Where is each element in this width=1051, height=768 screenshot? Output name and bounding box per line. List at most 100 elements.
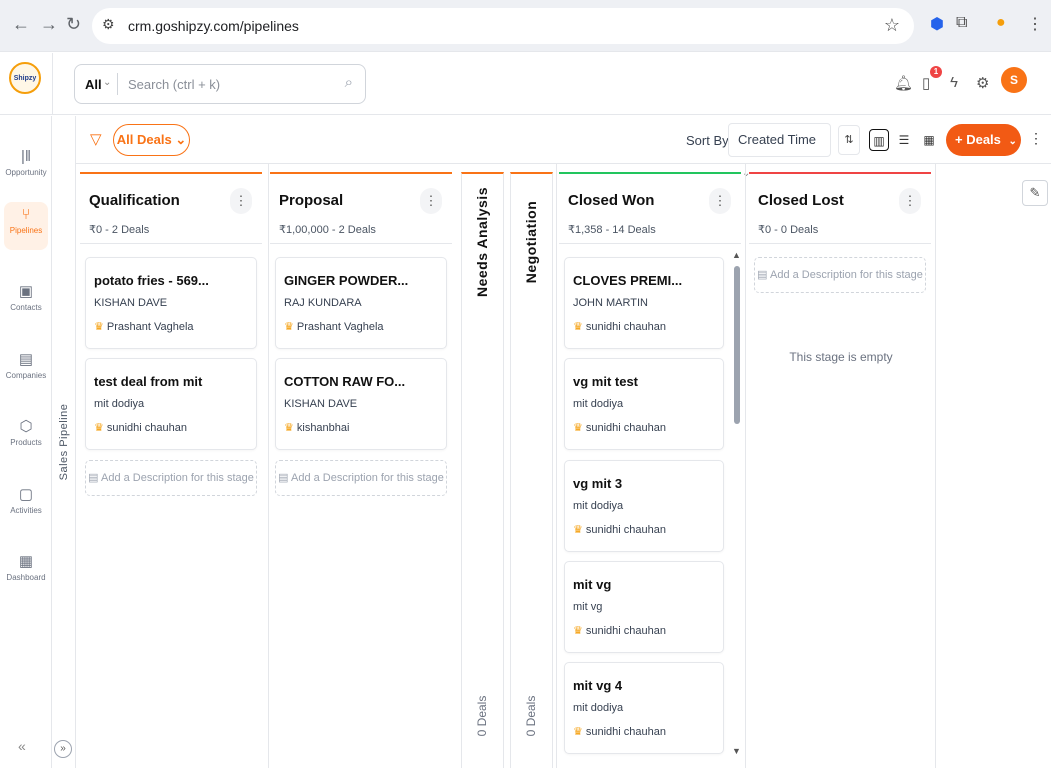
- scroll-down-arrow[interactable]: ▼: [732, 746, 741, 756]
- sidebar-item-label: Dashboard: [6, 573, 46, 582]
- add-description-label: Add a Description for this stage: [770, 269, 923, 281]
- deal-card[interactable]: mit vg 4 mit dodiya ♛ sunidhi chauhan: [564, 662, 724, 754]
- forward-arrow-icon[interactable]: →: [40, 14, 58, 35]
- deal-card[interactable]: vg mit 3 mit dodiya ♛ sunidhi chauhan: [564, 460, 724, 552]
- pipeline-name[interactable]: Sales Pipeline: [58, 400, 70, 484]
- deal-owner: ♛ kishanbhai: [284, 421, 349, 434]
- deal-card[interactable]: CLOVES PREMI... JOHN MARTIN ♛ sunidhi cha…: [564, 257, 724, 349]
- building-icon: ▤: [18, 351, 34, 368]
- deal-card[interactable]: GINGER POWDER... RAJ KUNDARA ♛ Prashant V…: [275, 257, 447, 349]
- sidebar-item-label: Pipelines: [9, 226, 43, 235]
- sidebar-item-pipelines[interactable]: ⑂ Pipelines: [4, 202, 48, 250]
- sidebar-item-label: Companies: [5, 371, 47, 380]
- crown-icon: ♛: [573, 524, 583, 536]
- deal-owner-name: kishanbhai: [296, 422, 350, 434]
- stage-menu-icon[interactable]: ⋮: [899, 188, 921, 214]
- global-search[interactable]: All ⌄ Search (ctrl + k) ⌕: [74, 64, 366, 104]
- deal-owner: ♛ sunidhi chauhan: [573, 725, 666, 738]
- tasks-icon[interactable]: ▯: [922, 74, 930, 92]
- deals-filter-button[interactable]: All Deals ⌄: [113, 124, 190, 156]
- add-deal-button[interactable]: + Deals ⌄: [946, 124, 1021, 156]
- search-scope-select[interactable]: All: [85, 77, 102, 92]
- stage-menu-icon[interactable]: ⋮: [230, 188, 252, 214]
- more-options-icon[interactable]: ⋮: [1029, 130, 1043, 147]
- edit-icon[interactable]: ✎: [1022, 180, 1048, 206]
- add-description-button[interactable]: ▤ Add a Description for this stage: [275, 460, 447, 496]
- filter-icon[interactable]: ▽: [90, 130, 102, 148]
- profile-icon[interactable]: ●: [996, 14, 1006, 32]
- chevron-down-icon[interactable]: ⌄: [1009, 136, 1017, 147]
- sort-direction-icon[interactable]: ⇅: [838, 125, 860, 155]
- dashboard-icon: ▦: [18, 553, 34, 570]
- logo-text: Shipzy: [13, 74, 37, 82]
- deal-owner: ♛ sunidhi chauhan: [573, 421, 666, 434]
- deal-title: vg mit 3: [573, 476, 623, 491]
- stage-column-negotiation[interactable]: Negotiation 0 Deals: [510, 172, 553, 768]
- browser-menu-icon[interactable]: ⋮: [1027, 14, 1043, 34]
- crown-icon: ♛: [94, 422, 104, 434]
- bell-icon[interactable]: 🔔︎: [894, 74, 913, 92]
- deal-card[interactable]: vg mit test mit dodiya ♛ sunidhi chauhan: [564, 358, 724, 450]
- sidebar-item-contacts[interactable]: ▣ Contacts: [4, 278, 48, 320]
- add-description-label: Add a Description for this stage: [101, 472, 254, 484]
- kanban-view-icon[interactable]: ▥: [869, 129, 889, 151]
- bookmark-star-icon[interactable]: ☆: [884, 15, 900, 36]
- chevron-down-icon: ⌄: [103, 77, 112, 88]
- app-logo[interactable]: Shipzy: [9, 62, 41, 94]
- add-description-button[interactable]: ▤ Add a Description for this stage: [85, 460, 257, 496]
- scroll-up-arrow[interactable]: ▲: [732, 250, 741, 260]
- settings-gear-icon[interactable]: ⚙: [976, 74, 989, 92]
- sidebar-item-opportunity[interactable]: |‖ Opportunity: [4, 144, 48, 186]
- contacts-icon: ▣: [18, 283, 34, 300]
- browser-toolbar: ← → ↻ ⚙ crm.goshipzy.com/pipelines ☆ ⬢ ⧉…: [0, 0, 1051, 52]
- deal-owner-name: Prashant Vaghela: [106, 321, 194, 333]
- deal-title: test deal from mit: [94, 374, 203, 389]
- sidebar-item-products[interactable]: ⬡ Products: [4, 413, 48, 455]
- deal-contact: mit vg: [573, 601, 603, 613]
- deal-card[interactable]: test deal from mit mit dodiya ♛ sunidhi c…: [85, 358, 257, 450]
- sidebar-item-dashboard[interactable]: ▦ Dashboard: [4, 548, 48, 590]
- extension-icon[interactable]: ⬢: [930, 14, 944, 34]
- sidebar-item-activities[interactable]: ▢ Activities: [4, 481, 48, 523]
- user-avatar[interactable]: S: [1001, 67, 1027, 93]
- back-arrow-icon[interactable]: ←: [12, 14, 30, 35]
- deal-owner-name: sunidhi chauhan: [585, 726, 666, 738]
- lightning-icon[interactable]: ϟ: [950, 74, 958, 91]
- url-text: crm.goshipzy.com/pipelines: [128, 18, 299, 34]
- sidebar-item-companies[interactable]: ▤ Companies: [4, 346, 48, 388]
- sidebar: |‖ Opportunity ⑂ Pipelines ▣ Contacts ▤ …: [0, 116, 52, 768]
- bar-chart-icon: |‖: [20, 148, 32, 165]
- deal-title: potato fries - 569...: [94, 273, 209, 288]
- search-icon[interactable]: ⌕: [345, 74, 353, 91]
- address-bar[interactable]: ⚙ crm.goshipzy.com/pipelines ☆: [92, 8, 914, 44]
- deal-owner-name: sunidhi chauhan: [585, 524, 666, 536]
- stage-summary: ₹1,00,000 - 2 Deals: [279, 224, 376, 236]
- crown-icon: ♛: [573, 625, 583, 637]
- expand-icon[interactable]: »: [54, 740, 72, 758]
- stage-menu-icon[interactable]: ⋮: [420, 188, 442, 214]
- crown-icon: ♛: [284, 321, 294, 333]
- document-icon: ▤: [757, 269, 768, 281]
- reload-icon[interactable]: ↻: [66, 14, 81, 35]
- list-view-icon[interactable]: ☰: [894, 129, 914, 151]
- deal-card[interactable]: COTTON RAW FO... KISHAN DAVE ♛ kishanbhai: [275, 358, 447, 450]
- deal-card[interactable]: potato fries - 569... KISHAN DAVE ♛ Prash…: [85, 257, 257, 349]
- stage-column-needs-analysis[interactable]: Needs Analysis 0 Deals: [461, 172, 504, 768]
- add-description-button[interactable]: ▤ Add a Description for this stage: [754, 257, 926, 293]
- table-view-icon[interactable]: ▦: [919, 129, 939, 151]
- deal-contact: mit dodiya: [573, 398, 624, 410]
- deal-card[interactable]: mit vg mit vg ♛ sunidhi chauhan: [564, 561, 724, 653]
- stage-header: Closed Lost ₹0 - 0 Deals ⋮: [749, 172, 931, 244]
- search-input[interactable]: Search (ctrl + k): [128, 77, 220, 92]
- site-settings-icon[interactable]: ⚙: [102, 16, 115, 33]
- extensions-puzzle-icon[interactable]: ⧉: [956, 14, 967, 32]
- scrollbar-thumb[interactable]: [734, 266, 740, 424]
- collapse-sidebar-icon[interactable]: «: [18, 738, 26, 754]
- stage-count: 0 Deals: [524, 695, 538, 737]
- deal-contact: JOHN MARTIN: [573, 297, 648, 309]
- add-deal-label: + Deals: [955, 132, 1001, 147]
- deal-owner-name: sunidhi chauhan: [585, 625, 666, 637]
- deal-title: mit vg: [573, 577, 612, 592]
- sort-select[interactable]: Created Time ⌄: [728, 123, 831, 179]
- stage-menu-icon[interactable]: ⋮: [709, 188, 731, 214]
